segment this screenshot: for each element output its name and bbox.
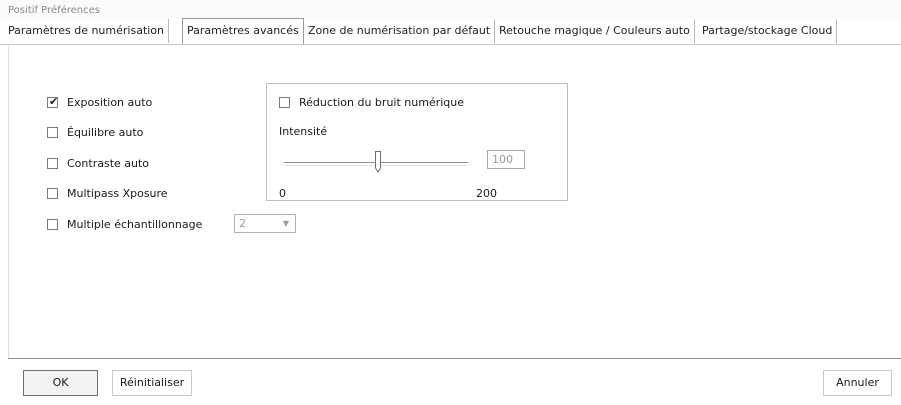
- multipass-xposure-label: Multipass Xposure: [67, 187, 168, 200]
- tab-partage-cloud[interactable]: Partage/stockage Cloud: [698, 19, 838, 43]
- checkbox-box: ✔: [47, 95, 59, 108]
- window-title: Positif Préférences: [8, 5, 100, 16]
- tab-strip: Paramètres de numérisation Paramètres av…: [0, 18, 901, 45]
- tab-parametres-avances[interactable]: Paramètres avancés: [182, 18, 304, 44]
- contraste-auto-label: Contraste auto: [67, 157, 150, 170]
- equilibre-auto-label: Équilibre auto: [67, 126, 144, 139]
- exposition-auto-label: Exposition auto: [67, 96, 153, 109]
- reset-button[interactable]: Réinitialiser: [112, 370, 192, 396]
- intensity-value-field[interactable]: 100: [487, 150, 525, 169]
- checkbox-box: [47, 188, 58, 199]
- checkbox-box: [47, 219, 58, 230]
- slider-max-label: 200: [476, 187, 497, 200]
- echantillonnage-value: 2: [239, 217, 246, 230]
- slider-min-label: 0: [279, 187, 286, 200]
- intensity-label: Intensité: [279, 125, 328, 138]
- checkbox-box: [47, 158, 58, 169]
- check-mark-icon: ✔: [49, 95, 59, 108]
- echantillonnage-select[interactable]: 2 ▼: [234, 214, 296, 233]
- tab-zone-numerisation[interactable]: Zone de numérisation par défaut: [304, 19, 496, 43]
- slider-thumb[interactable]: [375, 151, 381, 173]
- chevron-down-icon[interactable]: ▼: [279, 217, 293, 230]
- title-bar: Positif Préférences: [0, 0, 901, 18]
- checkbox-box: [279, 97, 290, 108]
- bottom-divider: [8, 358, 901, 359]
- cancel-button[interactable]: Annuler: [823, 370, 892, 396]
- noise-reduction-label: Réduction du bruit numérique: [299, 96, 465, 109]
- multiple-echantillonnage-label: Multiple échantillonnage: [67, 218, 203, 231]
- tab-retouche-magique[interactable]: Retouche magique / Couleurs auto: [495, 19, 695, 43]
- tab-parametres-numerisation[interactable]: Paramètres de numérisation: [4, 19, 170, 43]
- tab-divider: [0, 44, 901, 45]
- ok-button[interactable]: OK: [23, 370, 98, 396]
- checkbox-box: [47, 127, 58, 138]
- panel-left-border: [8, 45, 9, 358]
